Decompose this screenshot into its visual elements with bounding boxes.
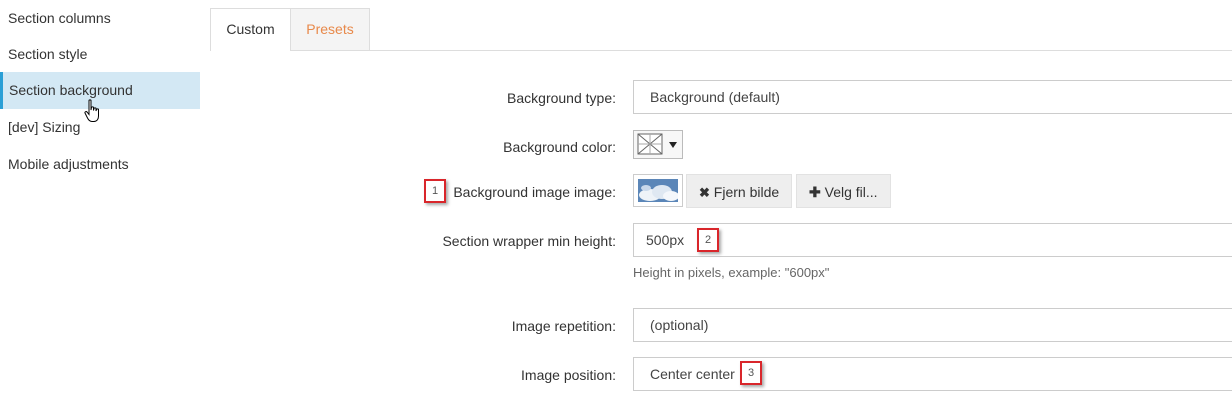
- min-height-help-text: Height in pixels, example: "600px": [633, 265, 830, 280]
- image-position-select[interactable]: Center center: [633, 357, 1232, 391]
- close-icon: ✖: [699, 185, 710, 200]
- annotation-marker-1: 1: [424, 179, 446, 203]
- sidebar-item-section-style[interactable]: Section style: [0, 36, 200, 73]
- annotation-marker-3: 3: [740, 361, 762, 385]
- background-image-label: Background image image:: [453, 184, 616, 200]
- cloud-image-icon: [638, 179, 679, 202]
- background-image-thumbnail: [633, 174, 683, 207]
- remove-image-button[interactable]: ✖ Fjern bilde: [686, 174, 793, 208]
- min-height-input[interactable]: 500px: [633, 223, 1232, 257]
- image-repetition-select[interactable]: (optional): [633, 308, 1232, 342]
- background-type-label: Background type:: [507, 90, 616, 106]
- choose-file-button[interactable]: ✚ Velg fil...: [796, 174, 891, 208]
- sidebar-item-section-columns[interactable]: Section columns: [0, 0, 200, 37]
- min-height-label: Section wrapper min height:: [442, 233, 616, 249]
- background-color-label: Background color:: [503, 139, 616, 155]
- choose-file-label: Velg fil...: [824, 184, 878, 200]
- sidebar-item-mobile-adjustments[interactable]: Mobile adjustments: [0, 146, 200, 183]
- annotation-marker-2: 2: [697, 228, 719, 252]
- caret-down-icon: [669, 142, 677, 148]
- tab-presets[interactable]: Presets: [290, 8, 370, 50]
- tab-custom[interactable]: Custom: [210, 8, 291, 51]
- image-repetition-label: Image repetition:: [511, 318, 616, 334]
- background-color-picker[interactable]: [633, 130, 683, 159]
- no-color-icon: [637, 133, 677, 155]
- background-type-select[interactable]: Background (default): [633, 80, 1232, 114]
- hand-cursor-icon: [84, 99, 99, 122]
- plus-icon: ✚: [809, 184, 821, 200]
- image-position-label: Image position:: [521, 367, 616, 383]
- remove-image-label: Fjern bilde: [713, 184, 780, 200]
- tab-bar: Custom Presets: [210, 0, 1232, 51]
